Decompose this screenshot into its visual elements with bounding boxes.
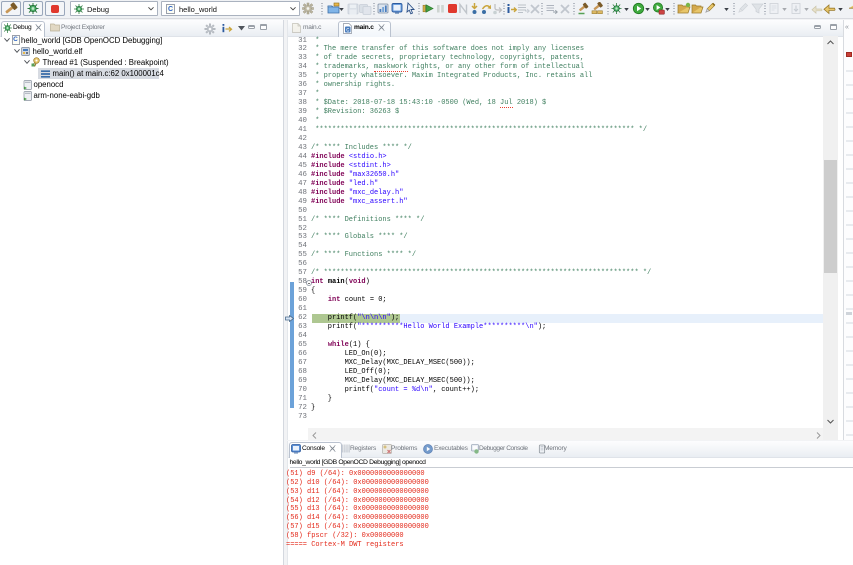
svg-text:c: c [346, 27, 349, 33]
